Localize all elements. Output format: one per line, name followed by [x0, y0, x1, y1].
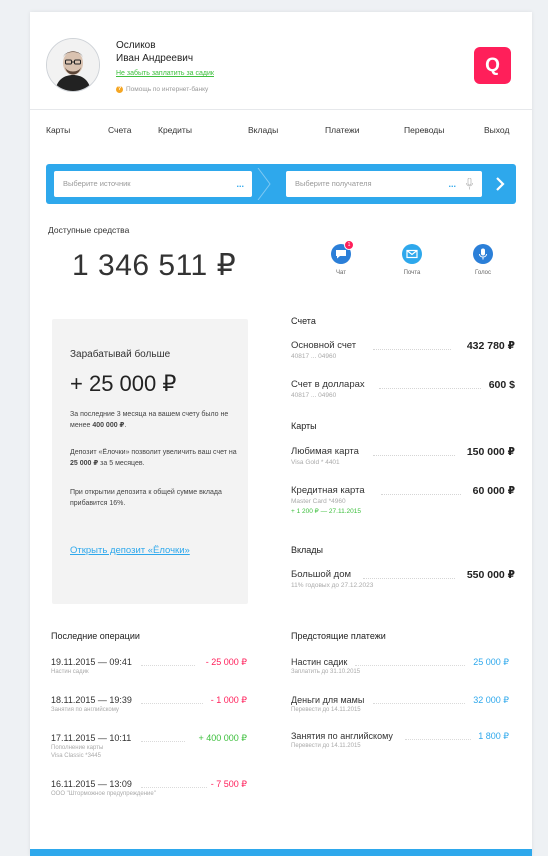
operation-row[interactable]: 19.11.2015 — 09:41 - 25 000 ₽ Настин сад… [51, 657, 247, 681]
balance-amount: 1 346 511 ₽ [72, 249, 237, 282]
nav-item-deposits[interactable]: Вклады [248, 125, 278, 135]
nav-item-logout[interactable]: Выход [484, 125, 509, 135]
promo-text-3: При открытии депозита к общей сумме вкла… [70, 489, 222, 507]
nav-item-cards[interactable]: Карты [46, 125, 70, 135]
target-select[interactable]: Выберите получателя ... [286, 171, 482, 197]
bank-page: Осликов Иван Андреевич Не забыть заплати… [30, 12, 532, 856]
upcoming-title: Предстоящие платежи [291, 631, 386, 641]
avatar[interactable] [46, 38, 100, 92]
main-nav: Карты Счета Кредиты Вклады Платежи Перев… [30, 125, 532, 139]
upcoming-row[interactable]: Настин садик 25 000 ₽ Заплатить до 31.10… [291, 657, 509, 681]
quick-action-label: Голос [475, 270, 491, 276]
source-select[interactable]: Выберите источник ... [54, 171, 252, 197]
bank-logo[interactable]: Q [474, 47, 511, 84]
operation-row[interactable]: 18.11.2015 — 19:39 - 1 000 ₽ Занятия по … [51, 695, 247, 719]
target-more-icon[interactable]: ... [448, 179, 456, 189]
quick-action-label: Почта [403, 270, 421, 276]
promo-text-1: За последние 3 месяца на вашем счету был… [70, 411, 229, 429]
help-link[interactable]: ? Помощь по интернет-банку [116, 86, 208, 93]
nav-item-credits[interactable]: Кредиты [158, 125, 192, 135]
promo-card: Зарабатывай больше + 25 000 ₽ За последн… [52, 319, 248, 604]
transfer-bar: Выберите источник ... Выберите получател… [46, 164, 516, 204]
help-icon: ? [116, 86, 123, 93]
footer-bar [30, 849, 532, 856]
accounts-title: Счета [291, 316, 316, 326]
chat-badge: 1 [344, 240, 354, 250]
deposit-row[interactable]: Большой дом 550 000 ₽ 11% годовых до 27.… [291, 569, 515, 593]
deposits-title: Вклады [291, 545, 324, 555]
source-more-icon[interactable]: ... [236, 179, 244, 189]
nav-item-accounts[interactable]: Счета [108, 125, 131, 135]
operations-title: Последние операции [51, 631, 140, 641]
cards-title: Карты [291, 421, 317, 431]
card-row[interactable]: Кредитная карта 60 000 ₽ Master Card *49… [291, 485, 515, 519]
account-row[interactable]: Основной счет 432 780 ₽ 40817 ... 04960 [291, 340, 515, 364]
card-row[interactable]: Любимая карта 150 000 ₽ Visa Gold * 4401 [291, 446, 515, 470]
promo-title: Зарабатывай больше [70, 349, 171, 360]
header-divider [30, 109, 532, 110]
available-funds-label: Доступные средства [48, 225, 130, 235]
arrow-separator-icon [257, 168, 271, 200]
quick-action-chat[interactable]: 1 Чат [316, 240, 366, 276]
operation-row[interactable]: 17.11.2015 — 10:11 + 400 000 ₽ Пополнени… [51, 733, 247, 765]
quick-action-label: Чат [336, 270, 346, 276]
open-deposit-link[interactable]: Открыть депозит «Ёлочки» [70, 545, 190, 556]
source-placeholder: Выберите источник [63, 179, 131, 188]
nav-item-transfers[interactable]: Переводы [404, 125, 444, 135]
user-photo-icon [47, 39, 99, 91]
operation-row[interactable]: 16.11.2015 — 13:09 - 7 500 ₽ ООО "Штормо… [51, 779, 247, 803]
mail-icon [402, 244, 422, 264]
target-placeholder: Выберите получателя [295, 179, 372, 188]
microphone-icon[interactable] [466, 178, 473, 190]
help-text: Помощь по интернет-банку [126, 86, 209, 93]
promo-amount: + 25 000 ₽ [70, 371, 177, 396]
upcoming-row[interactable]: Деньги для мамы 32 000 ₽ Перевести до 14… [291, 695, 509, 719]
account-row[interactable]: Счет в долларах 600 $ 40817 ... 04960 [291, 379, 515, 403]
quick-action-voice[interactable]: Голос [458, 244, 508, 276]
nav-item-payments[interactable]: Платежи [325, 125, 359, 135]
user-first-name: Иван Андреевич [116, 53, 194, 64]
submit-arrow-icon[interactable] [494, 176, 506, 192]
chat-icon: 1 [331, 240, 354, 264]
microphone-icon [473, 244, 493, 264]
promo-text-2: Депозит «Ёлочки» позволит увеличить ваш … [70, 449, 237, 467]
reminder-link[interactable]: Не забыть заплатить за садик [116, 70, 214, 77]
quick-action-mail[interactable]: Почта [387, 244, 437, 276]
upcoming-row[interactable]: Занятия по английскому 1 800 ₽ Перевести… [291, 731, 509, 755]
user-last-name: Осликов [116, 40, 156, 51]
